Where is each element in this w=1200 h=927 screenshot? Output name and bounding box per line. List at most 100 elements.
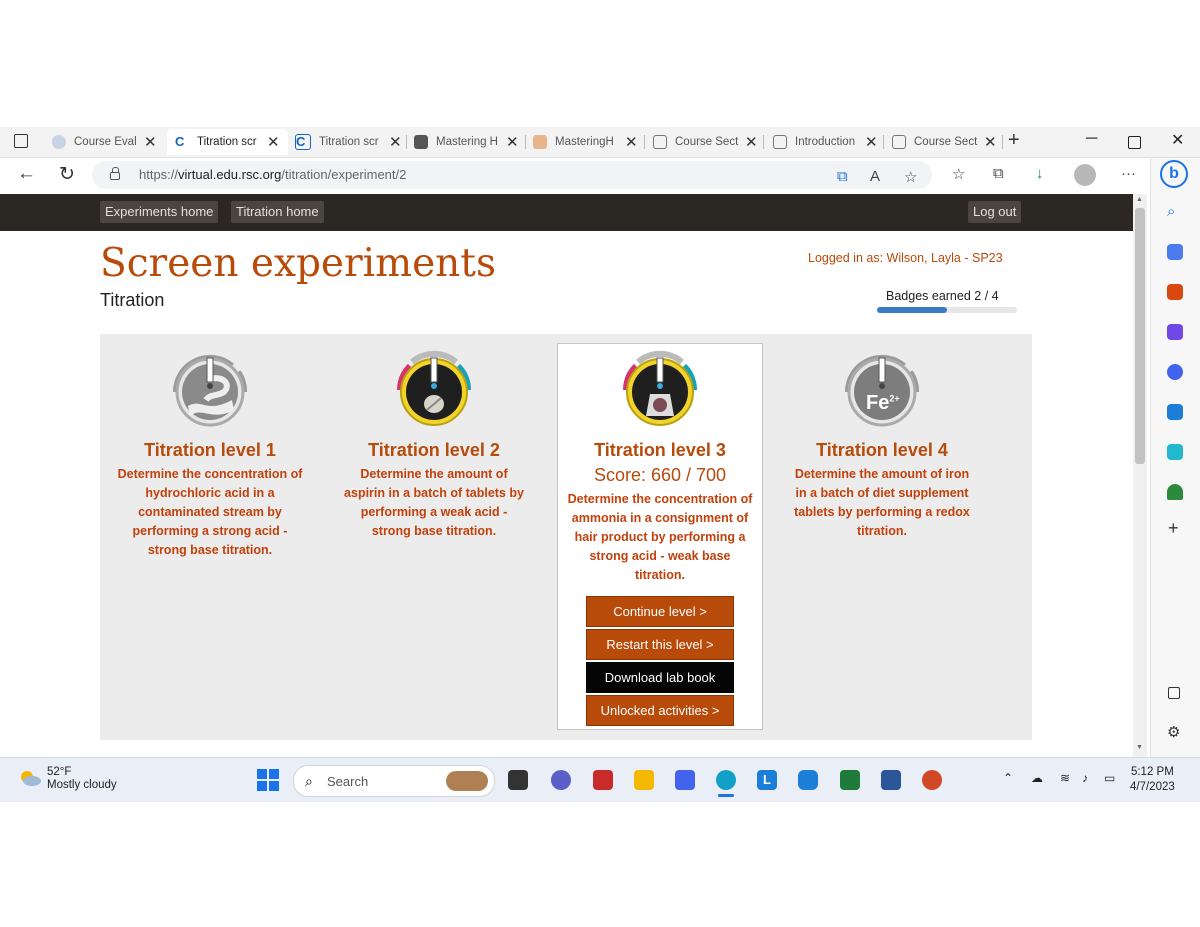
level-card-3[interactable]: Titration level 3 Score: 660 / 700 Deter… xyxy=(557,343,763,730)
temperature: 52°F xyxy=(47,766,72,778)
new-tab-icon[interactable]: + xyxy=(1008,129,1020,152)
active-app-indicator xyxy=(718,794,734,797)
close-icon[interactable]: ✕ xyxy=(745,133,758,151)
tree-icon[interactable] xyxy=(1167,484,1183,500)
settings-icon[interactable]: ⚙ xyxy=(1167,723,1180,741)
word-icon[interactable] xyxy=(881,770,901,790)
wifi-icon[interactable]: ≋ xyxy=(1060,771,1070,785)
file-explorer-icon[interactable] xyxy=(634,770,654,790)
outlook-icon[interactable] xyxy=(1167,404,1183,420)
cloud-sync-icon[interactable]: ☁ xyxy=(1031,771,1043,785)
more-icon[interactable]: ··· xyxy=(1121,165,1136,182)
level-description: Determine the concentration of ammonia i… xyxy=(567,492,753,582)
close-icon[interactable]: ✕ xyxy=(144,133,157,151)
tab-course-sect[interactable]: Course Sect ✕ xyxy=(653,129,758,155)
edge-icon[interactable] xyxy=(716,770,736,790)
tab-separator xyxy=(406,135,407,149)
level-card-4[interactable]: Fe2+ Titration level 4 Determine the amo… xyxy=(780,344,984,541)
level-card-1[interactable]: Titration level 1 Determine the concentr… xyxy=(108,344,312,560)
tab-titration-active[interactable]: C Titration scr ✕ xyxy=(167,129,288,155)
page-subtitle: Titration xyxy=(100,290,165,310)
scrollbar-thumb[interactable] xyxy=(1135,208,1145,464)
badges-progress-bar xyxy=(877,307,1017,313)
refresh-icon[interactable]: ↻ xyxy=(59,163,75,186)
collections-icon[interactable]: ⧉ xyxy=(993,165,1004,182)
level-actions: Continue level > Restart this level > Do… xyxy=(558,596,762,726)
page-title: Screen experiments xyxy=(100,241,496,286)
back-icon[interactable]: ← xyxy=(17,163,36,185)
favorites-icon[interactable]: ☆ xyxy=(952,165,965,183)
sidebar-toggle-icon[interactable] xyxy=(1168,687,1180,699)
search-icon[interactable]: ⌕ xyxy=(1167,203,1175,220)
download-lab-book-button[interactable]: Download lab book xyxy=(586,662,734,693)
games-icon[interactable] xyxy=(1167,324,1183,340)
titration-home-link[interactable]: Titration home xyxy=(231,201,324,223)
badges-progress-fill xyxy=(877,307,947,313)
close-icon[interactable]: ✕ xyxy=(984,133,997,151)
tab-course-sect-2[interactable]: Course Sect ✕ xyxy=(892,129,997,155)
windows-start-icon[interactable] xyxy=(257,769,279,791)
office-icon[interactable] xyxy=(1167,364,1183,380)
document-icon xyxy=(892,135,906,149)
read-aloud-icon[interactable]: A xyxy=(870,168,880,185)
shopping-icon[interactable] xyxy=(1167,244,1183,260)
tab-separator xyxy=(883,135,884,149)
tab-course-eval[interactable]: Course Eval ✕ xyxy=(52,129,157,155)
level-title: Titration level 4 xyxy=(816,440,948,460)
close-icon[interactable]: ✕ xyxy=(625,133,638,151)
volume-icon[interactable]: ♪ xyxy=(1082,771,1088,785)
close-icon[interactable]: ✕ xyxy=(506,133,519,151)
screen: Course Eval ✕ C Titration scr ✕ C Titrat… xyxy=(0,127,1200,802)
close-icon[interactable]: ✕ xyxy=(865,133,878,151)
scroll-down-icon[interactable]: ▼ xyxy=(1136,744,1143,751)
app-available-icon[interactable]: ⧉ xyxy=(837,168,848,185)
chat-icon[interactable] xyxy=(551,770,571,790)
unlocked-activities-button[interactable]: Unlocked activities > xyxy=(586,695,734,726)
taskbar-search[interactable]: ⌕ Search xyxy=(293,765,495,797)
page-scrollbar[interactable]: ▲ ▼ xyxy=(1133,194,1147,757)
tools-icon[interactable] xyxy=(1167,284,1183,300)
close-window-icon[interactable]: ✕ xyxy=(1171,130,1184,150)
zoom-icon[interactable] xyxy=(798,770,818,790)
url-text: https://virtual.edu.rsc.org/titration/ex… xyxy=(139,167,407,182)
tab-introduction[interactable]: Introduction ✕ xyxy=(773,129,878,155)
system-clock[interactable]: 5:12 PM 4/7/2023 xyxy=(1130,765,1175,795)
powerpoint-icon[interactable] xyxy=(922,770,942,790)
profile-avatar[interactable] xyxy=(1074,164,1096,186)
store-icon[interactable] xyxy=(675,770,695,790)
mcafee-icon[interactable] xyxy=(593,770,613,790)
site-nav-bar: Experiments home Titration home Log out xyxy=(0,194,1133,231)
tab-separator xyxy=(525,135,526,149)
minimize-icon[interactable]: ─ xyxy=(1086,130,1097,148)
send-icon[interactable] xyxy=(1167,444,1183,460)
add-icon[interactable]: + xyxy=(1168,518,1179,539)
battery-icon[interactable]: ▭ xyxy=(1104,771,1115,785)
continue-level-button[interactable]: Continue level > xyxy=(586,596,734,627)
address-bar-row: ← ↻ https://virtual.edu.rsc.org/titratio… xyxy=(0,158,1150,194)
tab-mastering-h[interactable]: Mastering H ✕ xyxy=(414,129,519,155)
tab-actions-icon[interactable] xyxy=(14,134,28,148)
scroll-up-icon[interactable]: ▲ xyxy=(1136,196,1143,203)
hair-product-icon xyxy=(612,344,708,440)
level-card-2[interactable]: Titration level 2 Determine the amount o… xyxy=(332,344,536,541)
levels-panel: Titration level 1 Determine the concentr… xyxy=(100,334,1032,740)
add-favorite-icon[interactable]: ☆ xyxy=(904,168,917,186)
task-view-icon[interactable] xyxy=(508,770,528,790)
url-field[interactable]: https://virtual.edu.rsc.org/titration/ex… xyxy=(92,161,932,189)
l-app-icon[interactable]: L xyxy=(757,770,777,790)
maximize-icon[interactable] xyxy=(1128,136,1141,149)
downloads-icon[interactable]: ↓ xyxy=(1036,165,1044,182)
restart-level-button[interactable]: Restart this level > xyxy=(586,629,734,660)
tab-masteringh[interactable]: MasteringH ✕ xyxy=(533,129,638,155)
close-icon[interactable]: ✕ xyxy=(267,133,280,151)
experiments-home-link[interactable]: Experiments home xyxy=(100,201,219,223)
tab-separator xyxy=(763,135,764,149)
show-hidden-icons[interactable]: ⌃ xyxy=(1003,771,1013,785)
excel-icon[interactable] xyxy=(840,770,860,790)
bing-icon[interactable]: b xyxy=(1160,160,1188,188)
log-out-link[interactable]: Log out xyxy=(968,201,1022,223)
cloud-icon xyxy=(21,771,41,786)
close-icon[interactable]: ✕ xyxy=(389,133,402,151)
tab-titration[interactable]: C Titration scr ✕ xyxy=(295,129,402,155)
weather-widget[interactable]: 52°F Mostly cloudy xyxy=(47,766,117,792)
